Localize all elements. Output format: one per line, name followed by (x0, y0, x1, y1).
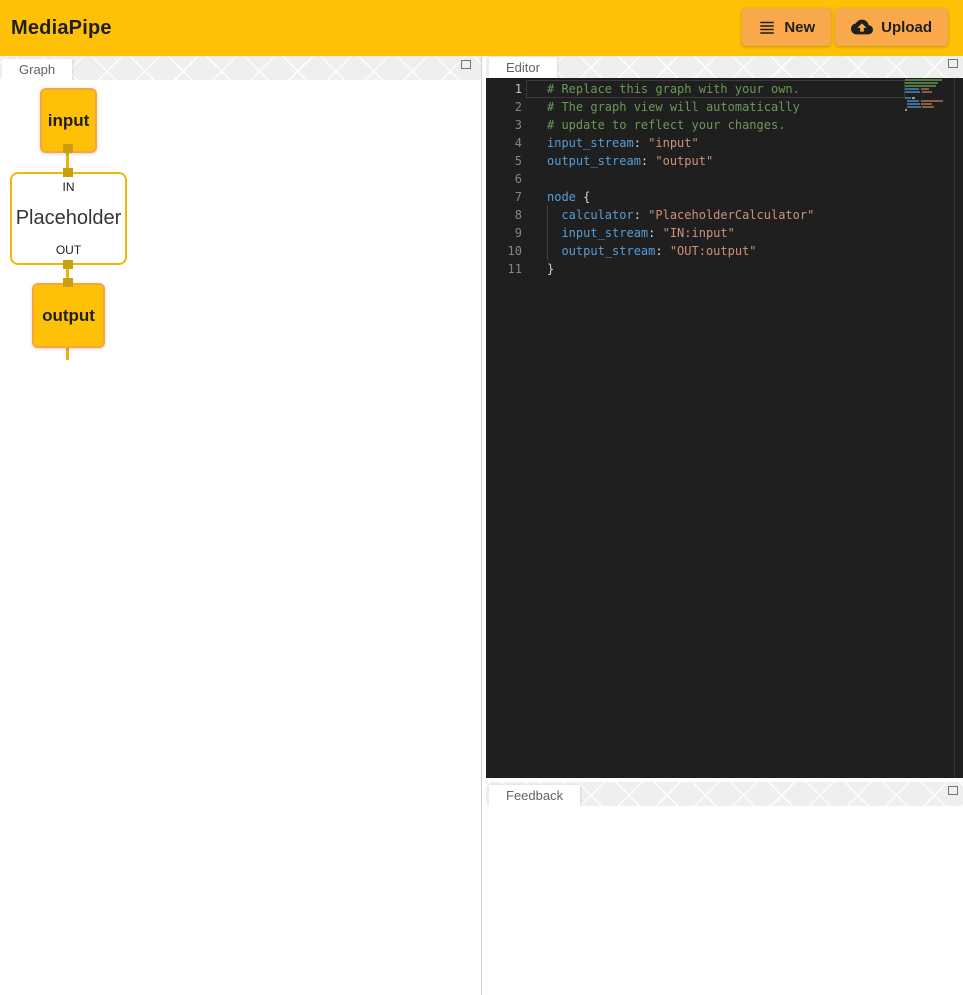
code-line[interactable]: 8 calculator: "PlaceholderCalculator" (486, 206, 963, 224)
new-button-label: New (784, 19, 815, 36)
line-number: 7 (486, 188, 522, 206)
line-number: 1 (486, 80, 522, 98)
feedback-tabbar: Feedback (486, 782, 963, 806)
minimap-mark (921, 103, 932, 105)
minimap-mark (907, 103, 920, 105)
code-line[interactable]: 2 # The graph view will automatically (486, 98, 963, 116)
minimap-mark (905, 91, 920, 93)
code-lines: 1 # Replace this graph with your own. 2 # T… (486, 80, 963, 278)
line-number: 2 (486, 98, 522, 116)
code-line[interactable]: 11} (486, 260, 963, 278)
graph-maximize-icon[interactable] (461, 60, 471, 69)
minimap-mark (905, 82, 938, 84)
minimap-mark (905, 88, 919, 90)
code-line[interactable]: 4 input_stream: "input" (486, 134, 963, 152)
line-content: output_stream: "output" (547, 152, 713, 170)
feedback-content (486, 806, 963, 995)
graph-node-output[interactable]: output (32, 283, 105, 348)
line-number: 9 (486, 224, 522, 242)
minimap-mark (905, 97, 911, 99)
line-number: 3 (486, 116, 522, 134)
minimap-mark (921, 100, 943, 102)
editor-maximize-icon[interactable] (948, 59, 958, 68)
port-placeholder-out[interactable] (63, 260, 73, 269)
menu-lines-icon (758, 18, 776, 36)
port-placeholder-in[interactable] (63, 168, 73, 177)
graph-node-placeholder[interactable]: IN Placeholder OUT (10, 172, 127, 265)
minimap-mark (907, 106, 921, 108)
code-line[interactable]: 3 # update to reflect your changes. (486, 116, 963, 134)
code-line[interactable]: 9 input_stream: "IN:input" (486, 224, 963, 242)
minimap-mark (905, 85, 936, 87)
line-content: } (547, 260, 554, 278)
line-number: 5 (486, 152, 522, 170)
tab-feedback[interactable]: Feedback (489, 785, 580, 806)
minimap-mark (912, 97, 915, 99)
minimap-mark (905, 79, 942, 81)
line-content: input_stream: "input" (547, 134, 699, 152)
app-title: MediaPipe (11, 17, 112, 40)
line-number: 10 (486, 242, 522, 260)
graph-tabbar: Graph (0, 56, 481, 80)
code-editor[interactable]: 1 # Replace this graph with your own. 2 # T… (486, 78, 963, 778)
tab-graph[interactable]: Graph (2, 59, 72, 80)
code-line[interactable]: 1 # Replace this graph with your own. (486, 80, 963, 98)
feedback-maximize-icon[interactable] (948, 786, 958, 795)
minimap-mark (922, 106, 934, 108)
line-content: # update to reflect your changes. (547, 116, 785, 134)
code-line[interactable]: 5 output_stream: "output" (486, 152, 963, 170)
in-port-label: IN (63, 180, 75, 194)
editor-minimap[interactable] (905, 79, 949, 189)
line-number: 6 (486, 170, 522, 188)
line-content: # Replace this graph with your own. (547, 80, 800, 98)
graph-canvas[interactable]: input IN Placeholder OUT output (0, 80, 481, 995)
minimap-mark (907, 100, 919, 102)
port-output-in[interactable] (63, 278, 73, 287)
code-line[interactable]: 6 (486, 170, 963, 188)
port-input-out[interactable] (63, 144, 73, 153)
line-content: node { (547, 188, 590, 206)
line-content: output_stream: "OUT:output" (547, 242, 757, 260)
line-number: 11 (486, 260, 522, 278)
calculator-node-label: Placeholder (16, 207, 122, 230)
out-port-label: OUT (56, 243, 81, 257)
mediapipe-visualizer-app: MediaPipe New Upload Graph input (0, 0, 963, 995)
code-line[interactable]: 10 output_stream: "OUT:output" (486, 242, 963, 260)
new-button[interactable]: New (742, 8, 831, 46)
minimap-mark (921, 88, 929, 90)
minimap-mark (922, 91, 932, 93)
upload-button-label: Upload (881, 19, 932, 36)
line-number: 4 (486, 134, 522, 152)
line-content: # The graph view will automatically (547, 98, 800, 116)
input-node-label: input (48, 111, 90, 131)
app-header: MediaPipe New Upload (0, 0, 963, 56)
editor-tabbar: Editor (486, 56, 963, 78)
line-content: calculator: "PlaceholderCalculator" (547, 206, 814, 224)
editor-scrollbar-divider (954, 78, 955, 778)
code-line[interactable]: 7 node { (486, 188, 963, 206)
header-buttons: New Upload (742, 8, 948, 46)
line-number: 8 (486, 206, 522, 224)
line-content: input_stream: "IN:input" (547, 224, 735, 242)
tab-editor[interactable]: Editor (489, 57, 557, 78)
cloud-upload-icon (851, 16, 873, 38)
output-node-label: output (42, 306, 95, 326)
upload-button[interactable]: Upload (835, 8, 948, 46)
minimap-mark (905, 109, 907, 111)
